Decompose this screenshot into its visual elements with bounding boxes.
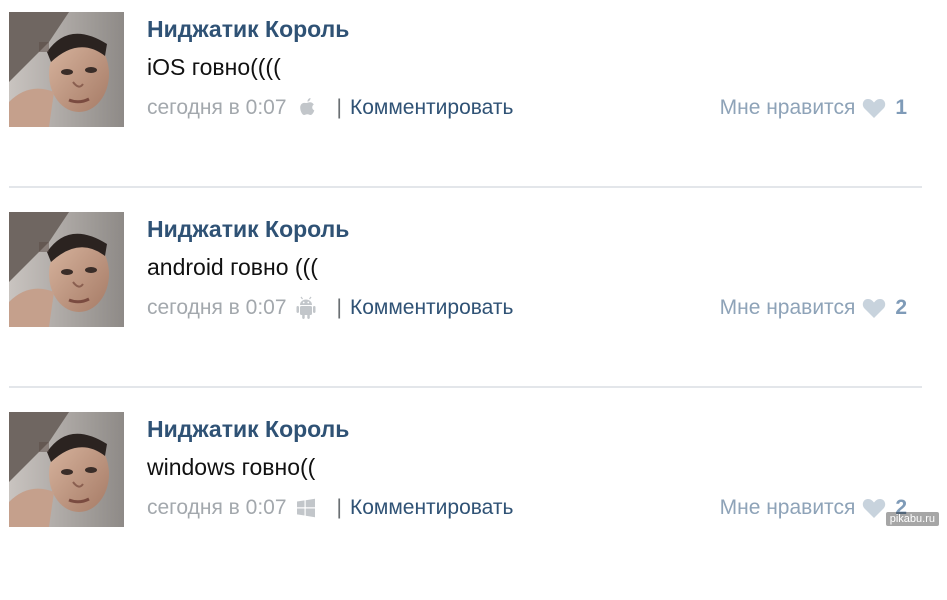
post-timestamp[interactable]: сегодня в 0:07 [147,96,287,120]
like-label: Мне нравится [719,296,856,319]
comment-button[interactable]: Комментировать [350,96,513,120]
apple-icon [299,98,314,115]
author-name-link[interactable]: Ниджатик Король [147,216,349,243]
wall-feed: Ниджатик Король iOS говно(((( сегодня в … [0,0,947,532]
android-icon [296,296,316,319]
like-label: Мне нравится [719,496,856,519]
like-button[interactable]: Мне нравится 1 [720,94,907,122]
post-divider [9,386,922,388]
post-text: windows говно(( [147,454,316,480]
wall-post: Ниджатик Король android говно ((( сегодн… [0,200,947,400]
wall-post: Ниджатик Король iOS говно(((( сегодня в … [0,0,947,200]
windows-icon [296,498,315,518]
heart-icon [863,298,886,318]
meta-separator: | [336,296,342,319]
post-timestamp[interactable]: сегодня в 0:07 [147,296,287,320]
heart-icon [863,98,886,118]
author-name-link[interactable]: Ниджатик Король [147,16,349,43]
heart-icon [863,498,886,518]
post-divider [9,186,922,188]
post-text: iOS говно(((( [147,54,281,80]
like-count: 2 [895,296,907,319]
like-label: Мне нравится [719,96,856,119]
post-meta: сегодня в 0:07 | Комментировать [147,494,513,522]
like-count: 1 [895,96,907,119]
author-name-link[interactable]: Ниджатик Король [147,416,349,443]
watermark: pikabu.ru [885,512,939,526]
meta-separator: | [336,96,342,119]
avatar[interactable] [9,12,124,127]
comment-button[interactable]: Комментировать [350,496,513,520]
comment-button[interactable]: Комментировать [350,296,513,320]
like-button[interactable]: Мне нравится 2 [720,494,907,522]
avatar[interactable] [9,212,124,327]
avatar[interactable] [9,412,124,527]
wall-post: Ниджатик Король windows говно(( сегодня … [0,400,947,600]
post-text: android говно ((( [147,254,318,280]
like-button[interactable]: Мне нравится 2 [720,294,907,322]
post-meta: сегодня в 0:07 | Комментировать [147,94,513,122]
post-meta: сегодня в 0:07 | Комментировать [147,294,513,322]
post-timestamp[interactable]: сегодня в 0:07 [147,496,287,520]
meta-separator: | [336,496,342,519]
